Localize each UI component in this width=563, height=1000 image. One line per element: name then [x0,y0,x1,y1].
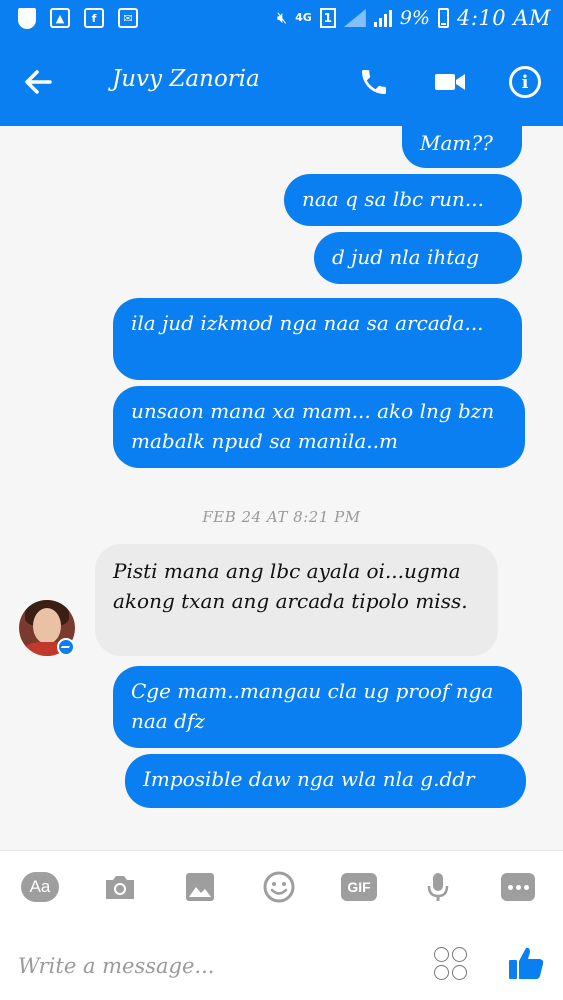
message-bubble-outgoing[interactable]: unsaon mana xa mam... ako lng bzn mabalk… [113,386,525,468]
like-button[interactable] [506,943,546,983]
text-style-button[interactable]: Aa [20,869,60,905]
battery-percent: 9% [399,7,430,29]
message-text: unsaon mana xa mam... ako lng bzn mabalk… [131,399,495,453]
message-list[interactable]: Mam?? naa q sa lbc run... d jud nla ihta… [0,126,563,850]
info-icon: i [509,66,541,98]
message-text: Mam?? [420,131,493,155]
emoji-icon [434,947,449,962]
arrow-left-icon [25,70,52,94]
status-bar: ▲ f ✉ 🔇︎ 4G 1 9% 4:10 AM [0,0,563,38]
message-bubble-outgoing[interactable]: Cge mam..mangau cla ug proof nga naa dfz [113,666,522,748]
voice-call-button[interactable] [354,62,394,102]
contact-name[interactable]: Juvy Zanoria [112,66,260,92]
gallery-icon: ▲ [50,8,70,28]
message-bubble-outgoing[interactable]: naa q sa lbc run... [284,174,522,226]
message-bubble-outgoing[interactable]: ila jud izkmod nga naa sa arcada... [113,298,522,380]
more-icon [501,873,535,901]
emoji-button[interactable] [434,947,468,981]
smiley-icon [263,871,295,903]
conversation-header: Juvy Zanoria i [0,38,563,126]
message-text: Cge mam..mangau cla ug proof nga naa dfz [131,679,494,733]
battery-icon [437,8,449,28]
message-bubble-outgoing[interactable]: Imposible daw nga wla nla g.ddr [125,754,526,808]
video-camera-icon [435,74,465,90]
email-icon: ✉ [118,8,138,28]
notification-icons: ▲ f ✉ [18,8,138,29]
microphone-icon [427,873,449,901]
voice-clip-button[interactable] [418,869,458,905]
message-bubble-outgoing[interactable]: d jud nla ihtag [314,232,522,284]
more-options-button[interactable] [498,869,538,905]
signal-icon [343,9,366,27]
shield-icon [18,8,36,29]
message-text: naa q sa lbc run... [302,187,484,211]
mute-icon: 🔇︎ [277,8,288,27]
sim-slot-label: 1 [319,8,336,28]
image-icon [186,873,214,901]
camera-icon [106,876,134,899]
clock: 4:10 AM [456,6,551,30]
message-text: Imposible daw nga wla nla g.ddr [143,767,475,791]
signal-bars-icon [373,9,392,27]
back-button[interactable] [22,66,54,98]
camera-button[interactable] [100,869,140,905]
message-input[interactable] [18,949,408,983]
messenger-badge-icon [57,638,75,656]
network-type-label: 4G [295,11,312,24]
aa-icon: Aa [21,872,59,902]
composer: Aa GIF [0,850,563,1000]
facebook-icon: f [84,8,104,28]
message-text: d jud nla ihtag [332,245,480,269]
gif-button[interactable]: GIF [339,869,379,905]
sticker-button[interactable] [259,869,299,905]
info-button[interactable]: i [505,62,545,102]
message-text: ila jud izkmod nga naa sa arcada... [131,311,484,335]
message-bubble-outgoing[interactable]: Mam?? [402,126,522,168]
message-bubble-incoming[interactable]: Pisti mana ang lbc ayala oi...ugma akong… [95,544,498,656]
video-call-button[interactable] [430,62,470,102]
gif-icon: GIF [341,873,377,901]
system-indicators: 🔇︎ 4G 1 9% 4:10 AM [277,6,551,30]
phone-icon [362,70,386,94]
message-text: Pisti mana ang lbc ayala oi...ugma akong… [113,559,468,613]
thumbs-up-icon [509,947,544,979]
gallery-button[interactable] [180,869,220,905]
date-separator: FEB 24 AT 8:21 PM [202,508,361,526]
